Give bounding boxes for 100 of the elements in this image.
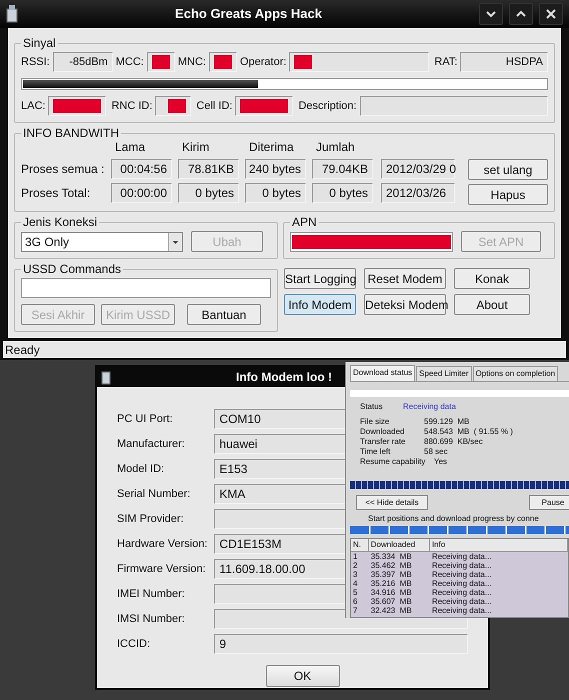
close-icon: [544, 7, 558, 21]
table-cell-text: Receiving data...: [430, 606, 493, 615]
field-label: MNC:: [178, 54, 206, 70]
detail-label: Downloaded: [360, 427, 406, 437]
field-label: MCC:: [116, 54, 144, 70]
table-cell-text: Receiving data...: [430, 588, 493, 597]
dialog-title: Info Modem loo !: [236, 369, 332, 386]
column-header: Info: [430, 539, 568, 551]
tab[interactable]: Options on completion: [472, 366, 558, 381]
field-label: ICCID:: [117, 636, 151, 652]
command-button[interactable]: Start Logging: [284, 268, 356, 289]
ussd-input-field[interactable]: [21, 278, 271, 298]
table-cell-text: Receiving data...: [430, 579, 493, 588]
dropdown-caret-icon: [168, 232, 182, 250]
command-button[interactable]: Info Modem: [284, 294, 356, 315]
field-label: Description:: [298, 98, 357, 114]
table-cell-text: 4: [352, 579, 358, 588]
detail-value: Yes: [434, 457, 448, 467]
readonly-field: 240 bytes: [245, 159, 306, 179]
field-label: RNC ID:: [111, 98, 152, 114]
connection-dropdown[interactable]: 3G Only: [21, 232, 183, 252]
detail-value: 599.129 MB: [424, 417, 470, 427]
row-label: Proses semua :: [21, 161, 105, 178]
column-header: Jumlah: [316, 139, 356, 156]
table-cell-text: Receiving data...: [430, 552, 493, 561]
column-header: Lama: [115, 139, 146, 156]
detail-value: 58 sec: [424, 447, 448, 457]
group-title: APN: [291, 214, 318, 231]
command-button[interactable]: Deteksi Modem: [364, 294, 446, 315]
detail-label: Time left: [360, 447, 392, 457]
field-label: Cell ID:: [196, 98, 232, 114]
date-field: 2012/03/29 0: [381, 159, 455, 179]
table-cell-text: 32.423 MB: [370, 606, 413, 615]
table-cell-text: 35.334 MB: [370, 552, 413, 561]
field-label: PC UI Port:: [117, 412, 174, 427]
command-button[interactable]: About: [454, 294, 530, 315]
detail-label: File size: [360, 417, 390, 427]
readonly-field: 0 bytes: [245, 183, 306, 203]
window-title: Echo Greats Apps Hack: [174, 5, 323, 24]
table-cell-text: 5: [352, 588, 358, 597]
table-cell-text: 35.607 MB: [370, 597, 413, 606]
command-button[interactable]: set ulang: [468, 159, 548, 180]
field-label: Firmware Version:: [117, 562, 207, 577]
field-label: RAT:: [433, 54, 458, 70]
field-label: IMEI Number:: [117, 586, 186, 602]
field-label: SIM Provider:: [117, 512, 185, 527]
table-cell-text: 34.916 MB: [370, 588, 413, 597]
table-cell-text: 35.216 MB: [370, 579, 413, 588]
date-field: 2012/03/26: [381, 183, 455, 203]
readonly-field: 79.04KB: [312, 159, 373, 179]
readonly-field: 78.81KB: [178, 159, 239, 179]
command-button[interactable]: Pause: [529, 495, 569, 510]
readonly-field: HSDPA: [460, 52, 548, 72]
progress-caption: Start positions and download progress by conne: [368, 513, 540, 525]
table-cell-text: 6: [352, 597, 358, 606]
detail-value: 548.543 MB ( 91.55 % ): [424, 427, 513, 437]
readonly-field: 0 bytes: [178, 183, 239, 203]
group-title: USSD Commands: [22, 261, 122, 278]
close-button[interactable]: [539, 3, 563, 25]
group-title: INFO BANDWITH: [22, 125, 120, 142]
readonly-field: 00:04:56: [111, 159, 172, 179]
row-label: Proses Total:: [21, 185, 92, 202]
table-cell-text: Receiving data...: [430, 597, 493, 606]
table-cell-text: 2: [352, 561, 358, 570]
readonly-field: 00:00:00: [111, 183, 172, 203]
readonly-field: 0 bytes: [312, 183, 373, 203]
group-title: Sinyal: [22, 35, 57, 52]
table-cell-text: 7: [352, 606, 358, 615]
table-cell-text: 3: [352, 570, 358, 579]
table-cell-text: 35.462 MB: [370, 561, 413, 570]
detail-label: Resume capability: [360, 457, 424, 467]
command-button[interactable]: Hapus: [468, 184, 548, 205]
field-label: Serial Number:: [117, 486, 192, 502]
field-label: Operator:: [240, 54, 286, 70]
column-header: Kirim: [182, 139, 210, 156]
maximize-button[interactable]: [509, 3, 533, 25]
command-button[interactable]: Bantuan: [187, 304, 261, 325]
app-icon: [101, 369, 111, 385]
status-text: Ready: [5, 342, 40, 358]
table-cell-text: 35.397 MB: [370, 570, 413, 579]
readonly-field: -85dBm: [52, 52, 113, 72]
tab[interactable]: Speed Limiter: [416, 366, 472, 381]
app-icon: [6, 5, 18, 23]
field-label: LAC:: [21, 98, 46, 114]
column-header: Downloaded: [368, 539, 430, 551]
command-button[interactable]: << Hide details: [356, 495, 428, 510]
command-button[interactable]: Reset Modem: [364, 268, 446, 289]
command-button[interactable]: Konak: [454, 268, 530, 289]
table-cell-text: 1: [352, 552, 358, 561]
field-label: Hardware Version:: [117, 536, 208, 552]
field-label: Model ID:: [117, 462, 166, 477]
minimize-button[interactable]: [479, 3, 503, 25]
readonly-field: 9: [214, 634, 468, 654]
column-header: Diterima: [249, 139, 295, 156]
ok-button[interactable]: OK: [266, 665, 340, 687]
group-title: Jenis Koneksi: [22, 214, 98, 231]
detail-label: Transfer rate: [360, 437, 406, 447]
field-label: RSSI:: [21, 54, 50, 70]
field-label: IMSI Number:: [117, 612, 186, 627]
tab[interactable]: Download status: [350, 365, 416, 381]
